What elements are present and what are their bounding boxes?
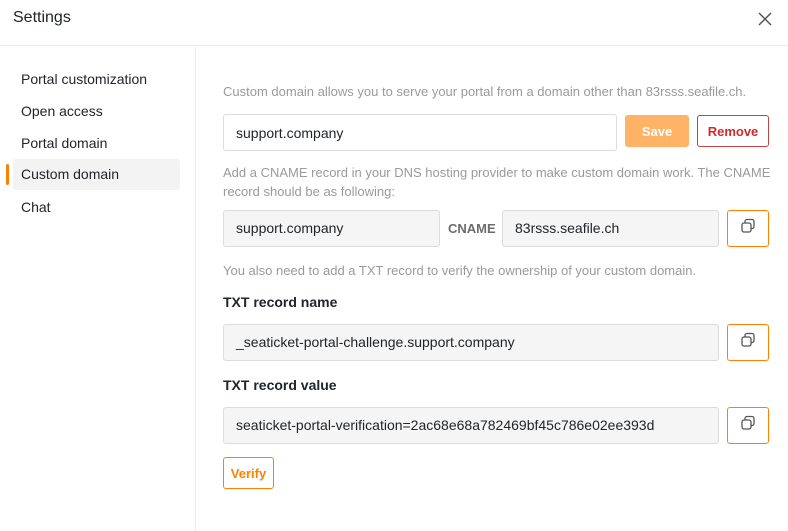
cname-label: CNAME xyxy=(448,221,496,236)
modal-header: Settings xyxy=(0,0,788,46)
copy-cname-button[interactable] xyxy=(727,210,769,247)
cname-hint-line2: record should be as following: xyxy=(223,184,395,199)
copy-txt-value-button[interactable] xyxy=(727,407,769,444)
txt-name-field: _seaticket-portal-challenge.support.comp… xyxy=(223,324,719,361)
cname-host-field: support.company xyxy=(223,210,440,247)
settings-sidebar: Portal customization Open access Portal … xyxy=(0,47,196,531)
sidebar-item-open-access[interactable]: Open access xyxy=(13,96,180,127)
save-button[interactable]: Save xyxy=(625,115,689,147)
txt-name-label: TXT record name xyxy=(223,294,338,310)
remove-button[interactable]: Remove xyxy=(697,115,769,147)
sidebar-item-chat[interactable]: Chat xyxy=(13,192,180,223)
close-icon[interactable] xyxy=(755,9,775,29)
sidebar-item-custom-domain[interactable]: Custom domain xyxy=(6,159,180,190)
custom-domain-input[interactable] xyxy=(223,114,617,151)
cname-target-field: 83rsss.seafile.ch xyxy=(502,210,719,247)
intro-text: Custom domain allows you to serve your p… xyxy=(223,84,747,99)
sidebar-item-portal-domain[interactable]: Portal domain xyxy=(13,128,180,159)
verify-button[interactable]: Verify xyxy=(223,457,274,489)
copy-icon xyxy=(740,415,756,436)
copy-txt-name-button[interactable] xyxy=(727,324,769,361)
custom-domain-panel: Custom domain allows you to serve your p… xyxy=(197,47,788,531)
txt-value-label: TXT record value xyxy=(223,377,337,393)
sidebar-item-portal-customization[interactable]: Portal customization xyxy=(13,64,180,95)
copy-icon xyxy=(740,332,756,353)
cname-hint-line1: Add a CNAME record in your DNS hosting p… xyxy=(223,165,771,180)
txt-value-field: seaticket-portal-verification=2ac68e68a7… xyxy=(223,407,719,444)
modal-title: Settings xyxy=(13,9,71,26)
txt-hint: You also need to add a TXT record to ver… xyxy=(223,263,697,278)
copy-icon xyxy=(740,218,756,239)
